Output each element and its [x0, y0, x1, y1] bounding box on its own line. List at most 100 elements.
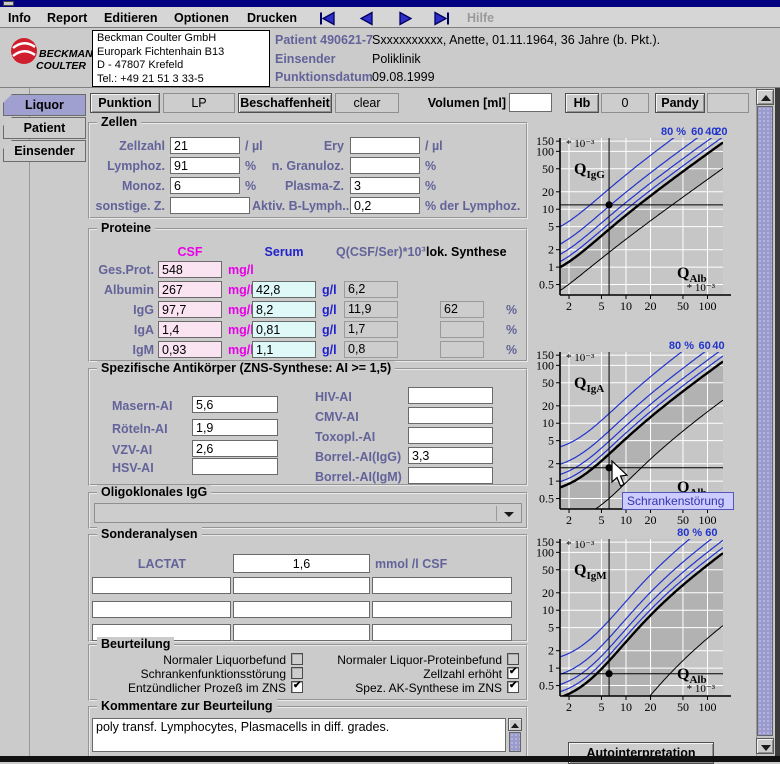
ery-input[interactable] — [350, 137, 420, 154]
iga-csf-input[interactable] — [158, 321, 222, 338]
previous-record-icon[interactable] — [355, 11, 379, 26]
address-line: Beckman Coulter GmbH — [97, 32, 265, 46]
beschaffenheit-button[interactable]: Beschaffenheit — [238, 93, 332, 113]
toxopl-ai-input[interactable] — [408, 427, 493, 444]
svg-text:20: 20 — [645, 700, 657, 714]
volumen-input[interactable] — [509, 93, 552, 112]
entzuendlicher-prozess-label: Entzündlicher Prozeß im ZNS — [96, 681, 286, 695]
iga-pct-sign: % — [506, 323, 517, 337]
oligo-combobox[interactable] — [94, 503, 522, 523]
borrel-igg-input[interactable] — [408, 447, 493, 464]
aktiv-blymph-input[interactable] — [350, 197, 420, 214]
svg-text:0.5: 0.5 — [539, 492, 554, 506]
first-record-icon[interactable] — [316, 11, 340, 26]
tab-einsender[interactable]: Einsender — [3, 140, 86, 162]
sonder-field-r1c3[interactable] — [372, 577, 512, 594]
svg-text:20: 20 — [542, 185, 554, 199]
igm-pct-sign: % — [506, 343, 517, 357]
lactat-input[interactable] — [233, 554, 370, 573]
window-right-border — [775, 88, 780, 756]
svg-text:* 10⁻³: * 10⁻³ — [566, 138, 595, 150]
svg-text:1: 1 — [548, 661, 554, 675]
last-record-icon[interactable] — [429, 11, 453, 26]
igg-csf-input[interactable] — [158, 301, 222, 318]
normaler-proteinbefund-checkbox[interactable] — [507, 653, 519, 665]
vzv-ai-input[interactable] — [192, 440, 278, 457]
iga-serum-input[interactable] — [252, 321, 316, 338]
triangle-up-icon — [761, 95, 771, 101]
normaler-liquorbefund-label: Normaler Liquorbefund — [96, 653, 286, 667]
schrankenstoerung-tooltip: Schrankenstörung — [622, 492, 734, 510]
main-scrollbar-thumb[interactable] — [757, 106, 773, 736]
menu-info[interactable]: Info — [8, 11, 31, 25]
zellzahl-input[interactable] — [170, 137, 240, 154]
granuloz-input[interactable] — [350, 157, 420, 174]
ery-unit: / µl — [425, 139, 443, 153]
hiv-ai-input[interactable] — [408, 387, 493, 404]
schrankenfunktionsstoerung-checkbox[interactable] — [291, 667, 303, 679]
monoz-input[interactable] — [170, 177, 240, 194]
kommentare-scroll-thumb[interactable] — [509, 732, 521, 752]
punktion-button[interactable]: Punktion — [90, 93, 160, 113]
reiber-chart-qigg: 0.51251020501001502510205010080 %604020*… — [528, 124, 754, 324]
igg-csf-unit: mg/l — [228, 303, 254, 317]
monoz-label: Monoz. — [92, 179, 165, 193]
lymphoz-label: Lymphoz. — [92, 159, 165, 173]
zellzahl-label: Zellzahl — [92, 139, 165, 153]
plasmaz-input[interactable] — [350, 177, 420, 194]
svg-text:150: 150 — [536, 134, 554, 148]
igm-csf-input[interactable] — [158, 341, 222, 358]
kommentare-textarea[interactable]: poly transf. Lymphocytes, Plasmacells in… — [92, 718, 506, 752]
svg-text:60: 60 — [691, 126, 703, 138]
address-line: Europark Fichtenhain B13 — [97, 46, 265, 60]
cmv-ai-input[interactable] — [408, 407, 493, 424]
sonder-field-r2c1[interactable] — [92, 601, 231, 618]
next-record-icon[interactable] — [393, 11, 417, 26]
iga-lok-synthese-field — [440, 321, 484, 338]
igg-serum-input[interactable] — [252, 301, 316, 318]
albumin-serum-input[interactable] — [252, 281, 316, 298]
svg-text:5: 5 — [548, 434, 554, 448]
borrel-igm-input[interactable] — [408, 467, 493, 484]
kommentare-scroll-up-button[interactable] — [508, 718, 522, 731]
punktionsdatum-label: Punktionsdatum — [275, 70, 373, 84]
normaler-liquorbefund-checkbox[interactable] — [291, 653, 303, 665]
hb-value-field: 0 — [601, 93, 649, 113]
hsv-ai-input[interactable] — [192, 458, 278, 475]
zellzahl-erhoeht-checkbox[interactable] — [507, 667, 519, 679]
main-scroll-down-button[interactable] — [756, 738, 774, 754]
albumin-csf-unit: mg/l — [228, 283, 254, 297]
gesprot-csf-unit: mg/l — [228, 263, 254, 277]
svg-text:50: 50 — [677, 700, 689, 714]
main-scroll-up-button[interactable] — [756, 89, 774, 105]
sonder-field-r2c2[interactable] — [233, 601, 370, 618]
spez-ak-synthese-checkbox[interactable] — [507, 681, 519, 693]
gesprot-csf-input[interactable] — [158, 261, 222, 278]
sonder-field-r3c2[interactable] — [233, 624, 370, 641]
tab-patient[interactable]: Patient — [3, 117, 86, 139]
menu-optionen[interactable]: Optionen — [174, 11, 229, 25]
sonder-field-r1c1[interactable] — [92, 577, 231, 594]
hb-button[interactable]: Hb — [565, 93, 599, 113]
igm-serum-input[interactable] — [252, 341, 316, 358]
sonder-field-r1c2[interactable] — [233, 577, 370, 594]
zellen-title: Zellen — [97, 115, 141, 129]
lab-address-box: Beckman Coulter GmbH Europark Fichtenhai… — [92, 30, 270, 87]
roeteln-ai-input[interactable] — [192, 419, 278, 436]
menu-report[interactable]: Report — [47, 11, 87, 25]
sonstige-input[interactable] — [170, 197, 250, 214]
sonder-field-r3c3[interactable] — [372, 624, 512, 641]
sonder-field-r2c3[interactable] — [372, 601, 512, 618]
igg-serum-unit: g/l — [322, 303, 337, 317]
menu-editieren[interactable]: Editieren — [104, 11, 158, 25]
chevron-down-icon — [504, 512, 514, 522]
menu-drucken[interactable]: Drucken — [247, 11, 297, 25]
pandy-button[interactable]: Pandy — [655, 93, 705, 113]
entzuendlicher-prozess-checkbox[interactable] — [291, 681, 303, 693]
tab-liquor[interactable]: Liquor — [3, 94, 86, 116]
masern-ai-input[interactable] — [192, 396, 278, 413]
albumin-csf-input[interactable] — [158, 281, 222, 298]
punktionsdatum-value: 09.08.1999 — [372, 70, 435, 84]
igg-lok-synthese-field: 62 — [440, 301, 484, 318]
lymphoz-input[interactable] — [170, 157, 240, 174]
